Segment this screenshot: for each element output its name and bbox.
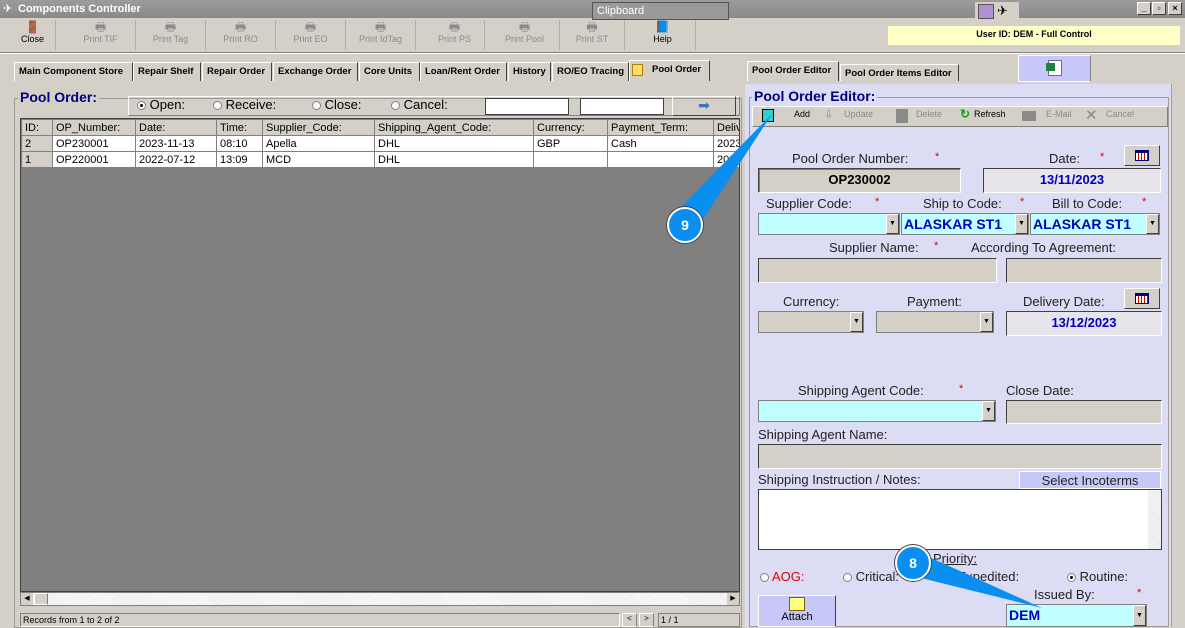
callout-8: 8 xyxy=(895,545,931,581)
callout-pointers xyxy=(676,114,1042,608)
callout-9: 9 xyxy=(667,207,703,243)
